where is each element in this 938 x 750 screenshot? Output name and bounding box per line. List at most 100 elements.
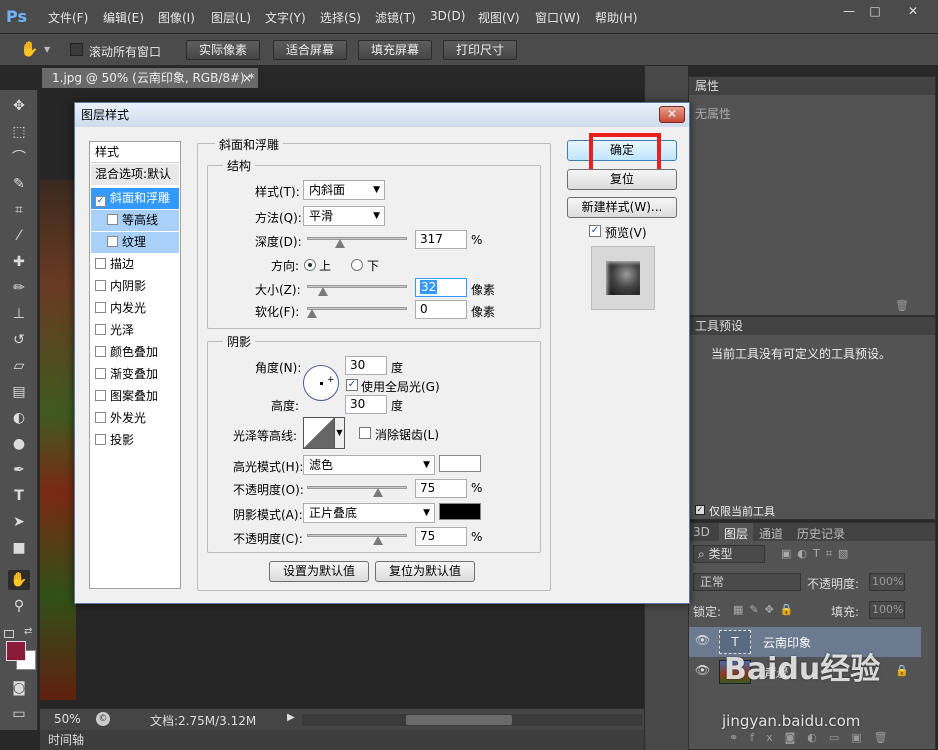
actual-pixels-button[interactable]: 实际像素 [186, 40, 260, 60]
quick-select-tool-icon[interactable]: ✎ [8, 174, 30, 194]
inner-shadow-checkbox[interactable] [95, 280, 106, 291]
style-item-texture[interactable]: 纹理 [91, 232, 179, 253]
minimize-icon[interactable]: — [838, 3, 860, 19]
gradient-overlay-checkbox[interactable] [95, 368, 106, 379]
size-slider[interactable] [307, 285, 407, 296]
global-light-checkbox[interactable]: ✓ [346, 379, 358, 391]
soften-slider[interactable] [307, 307, 407, 318]
style-item-drop-shadow[interactable]: 投影 [91, 430, 179, 451]
scroll-all-checkbox[interactable] [70, 43, 83, 56]
menu-filter[interactable]: 滤镜(T) [375, 9, 416, 26]
screen-mode-icon[interactable]: ▭ [8, 704, 30, 724]
depth-input[interactable]: 317 [415, 230, 467, 249]
menu-3d[interactable]: 3D(D) [430, 9, 465, 23]
gradient-tool-icon[interactable]: ▤ [8, 382, 30, 402]
layer-filter-select[interactable]: ⌕ 类型 [693, 545, 765, 563]
dodge-tool-icon[interactable]: ● [8, 434, 30, 454]
style-item-stroke[interactable]: 描边 [91, 254, 179, 275]
zoom-level[interactable]: 50% [54, 712, 81, 726]
document-tab-close-icon[interactable]: × [242, 68, 252, 88]
move-tool-icon[interactable]: ✥ [8, 96, 30, 116]
gloss-contour-dropdown-icon[interactable]: ▼ [335, 417, 345, 449]
current-tool-only-checkbox[interactable]: ✓ [695, 505, 705, 515]
brush-tool-icon[interactable]: ✏ [8, 278, 30, 298]
hand-tool-icon[interactable]: ✋ [20, 40, 39, 58]
lasso-tool-icon[interactable]: ⌒ [8, 148, 30, 168]
shadow-opacity-slider[interactable] [307, 534, 407, 545]
status-menu-arrow-icon[interactable]: ▶ [287, 712, 295, 723]
style-item-outer-glow[interactable]: 外发光 [91, 408, 179, 429]
fill-screen-button[interactable]: 填充屏幕 [358, 40, 432, 60]
preview-checkbox[interactable]: ✓ [589, 225, 601, 237]
angle-input[interactable]: 30 [345, 356, 387, 375]
status-info-icon[interactable]: © [96, 712, 110, 726]
menu-file[interactable]: 文件(F) [48, 9, 88, 26]
scrollbar-thumb[interactable] [406, 715, 512, 725]
shadow-mode-select[interactable]: 正片叠底 ▼ [303, 503, 435, 523]
default-colors-icon[interactable] [4, 630, 14, 638]
new-style-button[interactable]: 新建样式(W)... [567, 197, 677, 218]
tool-preset-dropdown-icon[interactable]: ▼ [44, 45, 50, 54]
soften-input[interactable]: 0 [415, 300, 467, 319]
tool-presets-tab[interactable]: 工具预设 [689, 317, 935, 335]
zoom-tool-icon[interactable]: ⚲ [8, 596, 30, 616]
healing-brush-tool-icon[interactable]: ✚ [8, 252, 30, 272]
timeline-panel-tab[interactable]: 时间轴 [40, 730, 644, 750]
size-slider-thumb[interactable] [318, 287, 329, 296]
layer-visibility-eye-icon[interactable]: 👁 [695, 663, 710, 677]
crop-tool-icon[interactable]: ⌗ [8, 200, 30, 220]
style-item-inner-glow[interactable]: 内发光 [91, 298, 179, 319]
shadow-opacity-input[interactable]: 75 [415, 527, 467, 546]
swap-colors-icon[interactable]: ⇄ [24, 626, 32, 637]
depth-slider[interactable] [307, 237, 407, 248]
bevel-emboss-checkbox[interactable]: ✓ [95, 196, 106, 207]
pattern-overlay-checkbox[interactable] [95, 390, 106, 401]
make-default-button[interactable]: 设置为默认值 [269, 561, 369, 582]
color-overlay-checkbox[interactable] [95, 346, 106, 357]
pen-tool-icon[interactable]: ✒ [8, 460, 30, 480]
direction-up-radio[interactable] [304, 259, 316, 271]
fit-screen-button[interactable]: 适合屏幕 [273, 40, 347, 60]
shape-tool-icon[interactable]: ■ [8, 538, 30, 558]
highlight-color-swatch[interactable] [439, 455, 481, 472]
quick-mask-icon[interactable]: ◙ [8, 678, 30, 698]
satin-checkbox[interactable] [95, 324, 106, 335]
direction-down-radio[interactable] [351, 259, 363, 271]
shadow-opacity-thumb[interactable] [373, 536, 383, 545]
contour-checkbox[interactable] [107, 214, 118, 225]
layer-actions-icons[interactable]: ⚭fx◙◐▭▣🗑 [729, 731, 900, 744]
opacity-input[interactable]: 100% [869, 573, 905, 591]
texture-checkbox[interactable] [107, 236, 118, 247]
style-item-inner-shadow[interactable]: 内阴影 [91, 276, 179, 297]
tab-layers[interactable]: 图层 [719, 523, 754, 541]
highlight-opacity-thumb[interactable] [373, 488, 383, 497]
style-item-bevel-emboss[interactable]: ✓ 斜面和浮雕 [91, 188, 179, 209]
dialog-close-icon[interactable]: ✕ [659, 106, 685, 123]
document-tab[interactable]: 1.jpg @ 50% (云南印象, RGB/8#) * × [42, 68, 258, 88]
path-select-tool-icon[interactable]: ➤ [8, 512, 30, 532]
menu-layer[interactable]: 图层(L) [211, 9, 251, 26]
style-item-satin[interactable]: 光泽 [91, 320, 179, 341]
trash-icon[interactable]: 🗑 [895, 299, 909, 312]
menu-help[interactable]: 帮助(H) [595, 9, 637, 26]
shadow-color-swatch[interactable] [439, 503, 481, 520]
tab-history[interactable]: 历史记录 [797, 525, 845, 542]
foreground-color-swatch[interactable] [6, 641, 26, 661]
stroke-checkbox[interactable] [95, 258, 106, 269]
reset-to-default-button[interactable]: 复位为默认值 [375, 561, 475, 582]
type-tool-icon[interactable]: T [8, 486, 30, 506]
blend-options-item[interactable]: 混合选项:默认 [91, 164, 179, 185]
size-input[interactable]: 32 [415, 278, 467, 297]
blend-mode-select[interactable]: 正常 [693, 573, 801, 591]
highlight-opacity-slider[interactable] [307, 486, 407, 497]
hand-tool-icon[interactable]: ✋ [8, 570, 30, 590]
marquee-tool-icon[interactable]: ⬚ [8, 122, 30, 142]
gloss-contour-preview[interactable] [303, 417, 335, 449]
inner-glow-checkbox[interactable] [95, 302, 106, 313]
eyedropper-tool-icon[interactable]: ⁄ [8, 226, 30, 246]
technique-select[interactable]: 平滑 ▼ [303, 206, 385, 226]
document-image[interactable] [40, 180, 76, 700]
horizontal-scrollbar[interactable] [302, 714, 642, 726]
style-item-contour[interactable]: 等高线 [91, 210, 179, 231]
menu-edit[interactable]: 编辑(E) [103, 9, 144, 26]
